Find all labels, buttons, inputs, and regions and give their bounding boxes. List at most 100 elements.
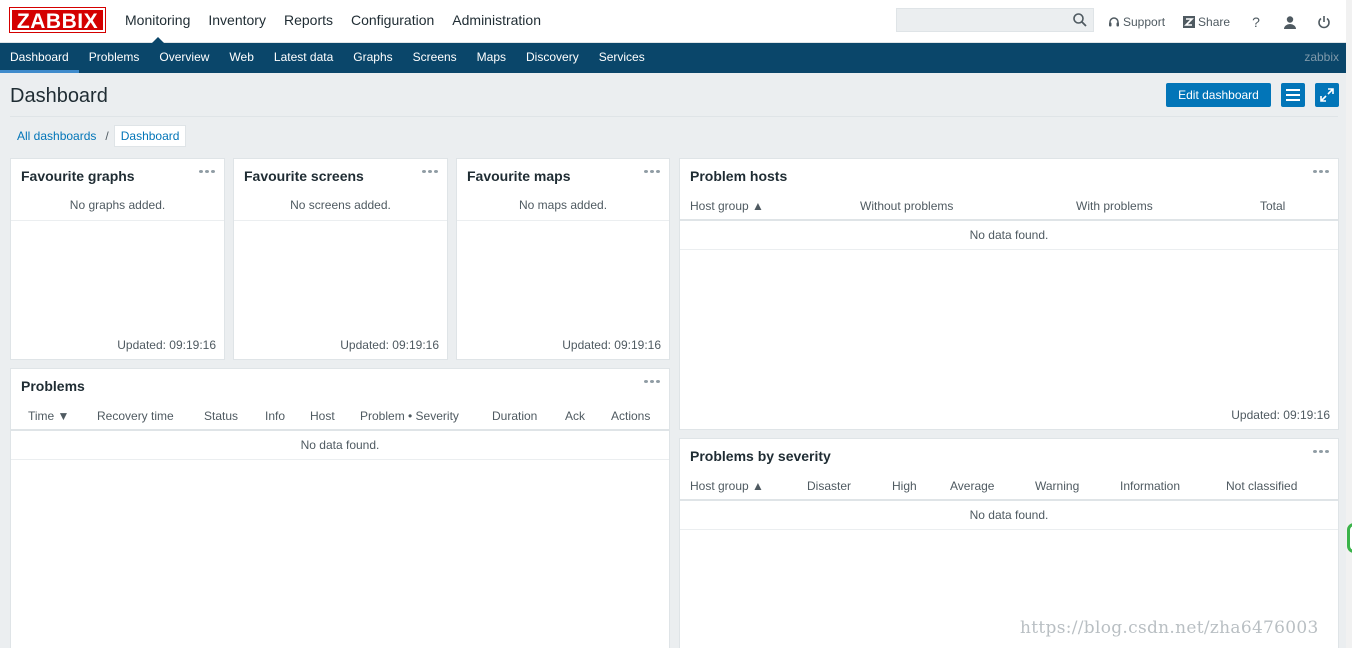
- widget-header: Problem hosts: [680, 159, 1338, 193]
- col-without-problems: Without problems: [860, 199, 954, 213]
- widget-favourite-screens: Favourite screens No screens added. Upda…: [233, 158, 448, 360]
- widget-menu-icon[interactable]: [422, 165, 440, 177]
- headset-icon: [1109, 16, 1119, 26]
- widget-menu-icon[interactable]: [644, 165, 662, 177]
- menu-configuration[interactable]: Configuration: [342, 0, 443, 43]
- col-high: High: [892, 479, 917, 493]
- page-title: Dashboard: [10, 85, 108, 107]
- widget-empty-message: No screens added.: [234, 193, 447, 221]
- breadcrumb-separator: /: [105, 129, 109, 143]
- subnav-overview[interactable]: Overview: [149, 43, 219, 73]
- subnav-discovery[interactable]: Discovery: [516, 43, 589, 73]
- widget-header: Favourite graphs: [11, 159, 224, 193]
- top-header: ZABBIX Monitoring Inventory Reports Conf…: [0, 0, 1352, 44]
- col-with-problems: With problems: [1076, 199, 1153, 213]
- main-menu: Monitoring Inventory Reports Configurati…: [116, 0, 550, 44]
- widget-title: Favourite maps: [467, 168, 571, 184]
- widget-favourite-maps: Favourite maps No maps added. Updated: 0…: [456, 158, 670, 360]
- table-header: Host group ▲ Disaster High Average Warni…: [680, 473, 1338, 501]
- dashboard-menu-button[interactable]: [1281, 83, 1305, 107]
- search-icon[interactable]: [1072, 12, 1088, 28]
- col-info: Info: [265, 409, 286, 423]
- sign-out-icon[interactable]: [1316, 14, 1332, 30]
- menu-monitoring[interactable]: Monitoring: [116, 0, 199, 44]
- widget-problem-hosts: Problem hosts Host group ▲ Without probl…: [679, 158, 1339, 430]
- col-total: Total: [1260, 199, 1286, 213]
- subnav-screens[interactable]: Screens: [403, 43, 467, 73]
- widget-empty-message: No maps added.: [457, 193, 669, 221]
- col-information: Information: [1120, 479, 1181, 493]
- menu-inventory[interactable]: Inventory: [199, 0, 275, 43]
- widget-problems: Problems Time ▼ Recovery time Status Inf…: [10, 368, 670, 648]
- help-icon[interactable]: ?: [1248, 14, 1264, 30]
- col-host-group[interactable]: Host group ▲: [690, 479, 764, 493]
- support-link[interactable]: Support: [1108, 15, 1165, 29]
- no-data-message: No data found.: [680, 501, 1338, 530]
- top-right-tools: Support Share ?: [1108, 0, 1350, 43]
- subnav-services[interactable]: Services: [589, 43, 655, 73]
- col-actions: Actions: [611, 409, 651, 423]
- widget-updated: Updated: 09:19:16: [117, 338, 216, 352]
- no-data-message: No data found.: [11, 431, 669, 460]
- table-header: Time ▼ Recovery time Status Info Host Pr…: [11, 403, 669, 431]
- header-divider: [10, 116, 1338, 117]
- sub-navigation: Dashboard Problems Overview Web Latest d…: [0, 43, 1352, 73]
- subnav-web[interactable]: Web: [219, 43, 263, 73]
- col-warning: Warning: [1035, 479, 1080, 493]
- col-status: Status: [204, 409, 239, 423]
- subnav-latest-data[interactable]: Latest data: [264, 43, 343, 73]
- widget-problems-by-severity: Problems by severity Host group ▲ Disast…: [679, 438, 1339, 648]
- widget-updated: Updated: 09:19:16: [1231, 408, 1330, 422]
- subnav-problems[interactable]: Problems: [79, 43, 150, 73]
- col-problem-severity: Problem • Severity: [360, 409, 459, 423]
- share-z-icon: [1183, 15, 1196, 28]
- search-input[interactable]: [897, 9, 1067, 31]
- zabbix-logo[interactable]: ZABBIX: [9, 7, 106, 33]
- widget-title: Problems: [21, 378, 85, 394]
- widget-title: Problems by severity: [690, 448, 831, 464]
- watermark: https://blog.csdn.net/zha6476003: [1020, 618, 1319, 638]
- share-label: Share: [1198, 14, 1231, 29]
- breadcrumb-current[interactable]: Dashboard: [113, 125, 187, 147]
- breadcrumb-all-dashboards[interactable]: All dashboards: [10, 129, 103, 143]
- edit-dashboard-button[interactable]: Edit dashboard: [1166, 83, 1271, 107]
- widget-updated: Updated: 09:19:16: [562, 338, 661, 352]
- subnav-dashboard[interactable]: Dashboard: [0, 43, 79, 73]
- widget-menu-icon[interactable]: [199, 165, 217, 177]
- widget-empty-message: No graphs added.: [11, 193, 224, 221]
- floating-widget-icon[interactable]: [1347, 523, 1352, 553]
- fullscreen-icon: [1320, 88, 1334, 102]
- widget-header: Favourite screens: [234, 159, 447, 193]
- support-label: Support: [1123, 14, 1166, 29]
- widget-title: Favourite screens: [244, 168, 364, 184]
- subnav-graphs[interactable]: Graphs: [343, 43, 402, 73]
- col-average: Average: [950, 479, 995, 493]
- col-time[interactable]: Time ▼: [28, 409, 69, 423]
- share-link[interactable]: Share: [1183, 15, 1230, 29]
- user-profile-icon[interactable]: [1282, 14, 1298, 30]
- breadcrumb: All dashboards / Dashboard: [10, 125, 187, 147]
- menu-reports[interactable]: Reports: [275, 0, 342, 43]
- col-recovery-time: Recovery time: [97, 409, 174, 423]
- fullscreen-button[interactable]: [1315, 83, 1339, 107]
- widget-title: Favourite graphs: [21, 168, 135, 184]
- widget-menu-icon[interactable]: [1313, 165, 1331, 177]
- widget-menu-icon[interactable]: [644, 375, 662, 387]
- hamburger-icon: [1286, 89, 1300, 101]
- widget-favourite-graphs: Favourite graphs No graphs added. Update…: [10, 158, 225, 360]
- col-host-group[interactable]: Host group ▲: [690, 199, 764, 213]
- search-box: [896, 8, 1094, 32]
- menu-administration[interactable]: Administration: [443, 0, 550, 43]
- col-ack: Ack: [565, 409, 586, 423]
- col-not-classified: Not classified: [1226, 479, 1298, 493]
- widget-title: Problem hosts: [690, 168, 788, 184]
- widget-header: Problems: [11, 369, 669, 403]
- subnav-maps[interactable]: Maps: [467, 43, 516, 73]
- widget-header: Favourite maps: [457, 159, 669, 193]
- widget-updated: Updated: 09:19:16: [340, 338, 439, 352]
- table-header: Host group ▲ Without problems With probl…: [680, 193, 1338, 221]
- no-data-message: No data found.: [680, 221, 1338, 250]
- widget-menu-icon[interactable]: [1313, 445, 1331, 457]
- col-host: Host: [310, 409, 335, 423]
- col-disaster: Disaster: [807, 479, 852, 493]
